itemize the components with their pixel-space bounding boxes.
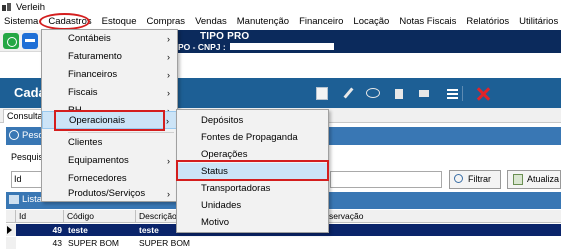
menu-item-label: Fornecedores xyxy=(68,173,127,184)
submenu-arrow-icon: › xyxy=(167,52,170,62)
submenu-item-operacoes[interactable]: Operações xyxy=(177,146,328,164)
menu-item-fiscais[interactable]: Fiscais › xyxy=(42,84,177,102)
menu-sistema[interactable]: Sistema xyxy=(0,14,43,29)
column-observacao[interactable]: servação xyxy=(326,210,561,223)
submenu-item-unidades[interactable]: Unidades xyxy=(177,197,328,215)
menu-item-faturamento[interactable]: Faturamento › xyxy=(42,48,177,66)
menu-compras[interactable]: Compras xyxy=(142,14,191,29)
cell-descricao: SUPER BOM xyxy=(139,238,191,248)
update-button[interactable]: Atualiza xyxy=(507,170,561,189)
menu-relatorios[interactable]: Relatórios xyxy=(461,14,514,29)
tab-consulta[interactable]: Consulta xyxy=(3,109,47,123)
cell-codigo: SUPER BOM xyxy=(68,238,120,248)
submenu-arrow-icon: › xyxy=(167,70,170,80)
menu-locacao[interactable]: Locação xyxy=(348,14,394,29)
filter-button[interactable]: Filtrar xyxy=(449,170,501,189)
search-input[interactable] xyxy=(330,171,442,188)
cnpj-redaction xyxy=(230,43,334,50)
submenu-arrow-icon: › xyxy=(166,116,169,126)
menu-manutencao[interactable]: Manutenção xyxy=(232,14,294,29)
cell-codigo: teste xyxy=(68,225,88,235)
submenu-item-fontes-propaganda[interactable]: Fontes de Propaganda xyxy=(177,129,328,147)
column-codigo[interactable]: Código xyxy=(64,210,136,223)
cell-id: 49 xyxy=(52,225,62,235)
company-cnpj-label: PO - CNPJ : xyxy=(178,42,226,52)
menu-notas-fiscais[interactable]: Notas Fiscais xyxy=(394,14,461,29)
menu-item-clientes[interactable]: Clientes xyxy=(42,134,177,152)
menu-bar: Sistema Cadastros Estoque Compras Vendas… xyxy=(0,14,561,29)
menu-separator xyxy=(68,132,174,133)
app-icon xyxy=(2,2,12,12)
menu-item-produtos-servicos[interactable]: Produtos/Serviços › xyxy=(42,185,177,203)
cell-id: 43 xyxy=(52,238,62,248)
print-icon[interactable] xyxy=(418,87,430,100)
grid-indicator-column xyxy=(6,210,16,223)
edit-pen-icon[interactable] xyxy=(343,87,355,100)
menu-item-contabeis[interactable]: Contábeis › xyxy=(42,30,177,48)
refresh-icon xyxy=(513,174,523,185)
menu-item-label: Faturamento xyxy=(68,51,122,62)
menu-item-label: Fiscais xyxy=(68,87,98,98)
submenu-item-transportadoras[interactable]: Transportadoras xyxy=(177,180,328,198)
submenu-arrow-icon: › xyxy=(167,88,170,98)
whatsapp-icon[interactable] xyxy=(3,33,19,49)
menu-item-label: Clientes xyxy=(68,137,103,148)
hamburger-menu-icon[interactable] xyxy=(446,87,458,100)
submenu-item-motivo[interactable]: Motivo xyxy=(177,214,328,232)
menu-vendas[interactable]: Vendas xyxy=(190,14,232,29)
company-name: TIPO PRO xyxy=(200,31,250,42)
current-row-arrow-icon xyxy=(7,226,12,234)
menu-item-label: Equipamentos xyxy=(68,155,129,166)
magnifier-icon xyxy=(9,130,19,140)
menu-item-equipamentos[interactable]: Equipamentos › xyxy=(42,152,177,170)
list-icon xyxy=(9,195,19,204)
menu-utilitarios[interactable]: Utilitários xyxy=(514,14,561,29)
menu-financeiro[interactable]: Financeiro xyxy=(294,14,348,29)
menu-item-label: Operacionais xyxy=(69,115,125,126)
operacionais-submenu: Depósitos Fontes de Propaganda Operações… xyxy=(176,109,329,233)
filter-button-label: Filtrar xyxy=(468,174,491,184)
row-indicator xyxy=(6,237,16,249)
list-panel-title: Lista xyxy=(22,194,43,205)
cadastros-dropdown-menu: Contábeis › Faturamento › Financeiros › … xyxy=(41,29,178,202)
submenu-item-status[interactable]: Status xyxy=(177,163,328,181)
menu-cadastros[interactable]: Cadastros xyxy=(43,14,96,29)
submenu-arrow-icon: › xyxy=(167,34,170,44)
menu-item-label: Produtos/Serviços xyxy=(68,188,146,199)
column-id[interactable]: Id xyxy=(16,210,64,223)
teamviewer-icon[interactable] xyxy=(22,33,38,49)
menu-item-label: Contábeis xyxy=(68,33,111,44)
trash-icon[interactable] xyxy=(393,87,405,100)
update-button-label: Atualiza xyxy=(527,174,560,184)
menu-item-operacionais[interactable]: Operacionais › xyxy=(42,111,177,129)
company-header: TIPO PRO PO - CNPJ : xyxy=(178,30,561,53)
view-eye-icon[interactable] xyxy=(366,88,380,98)
submenu-arrow-icon: › xyxy=(167,156,170,166)
menu-estoque[interactable]: Estoque xyxy=(97,14,142,29)
toolbar-divider xyxy=(462,86,463,101)
filter-icon xyxy=(454,174,463,183)
new-document-icon[interactable] xyxy=(316,87,328,100)
close-icon[interactable] xyxy=(476,87,490,101)
table-row[interactable]: 43 SUPER BOM SUPER BOM xyxy=(6,237,561,249)
title-bar: Verleih xyxy=(0,0,561,14)
submenu-arrow-icon: › xyxy=(167,189,170,199)
window-title: Verleih xyxy=(16,1,46,13)
menu-item-financeiros[interactable]: Financeiros › xyxy=(42,66,177,84)
submenu-item-depositos[interactable]: Depósitos xyxy=(177,112,328,130)
menu-item-label: Financeiros xyxy=(68,69,118,80)
